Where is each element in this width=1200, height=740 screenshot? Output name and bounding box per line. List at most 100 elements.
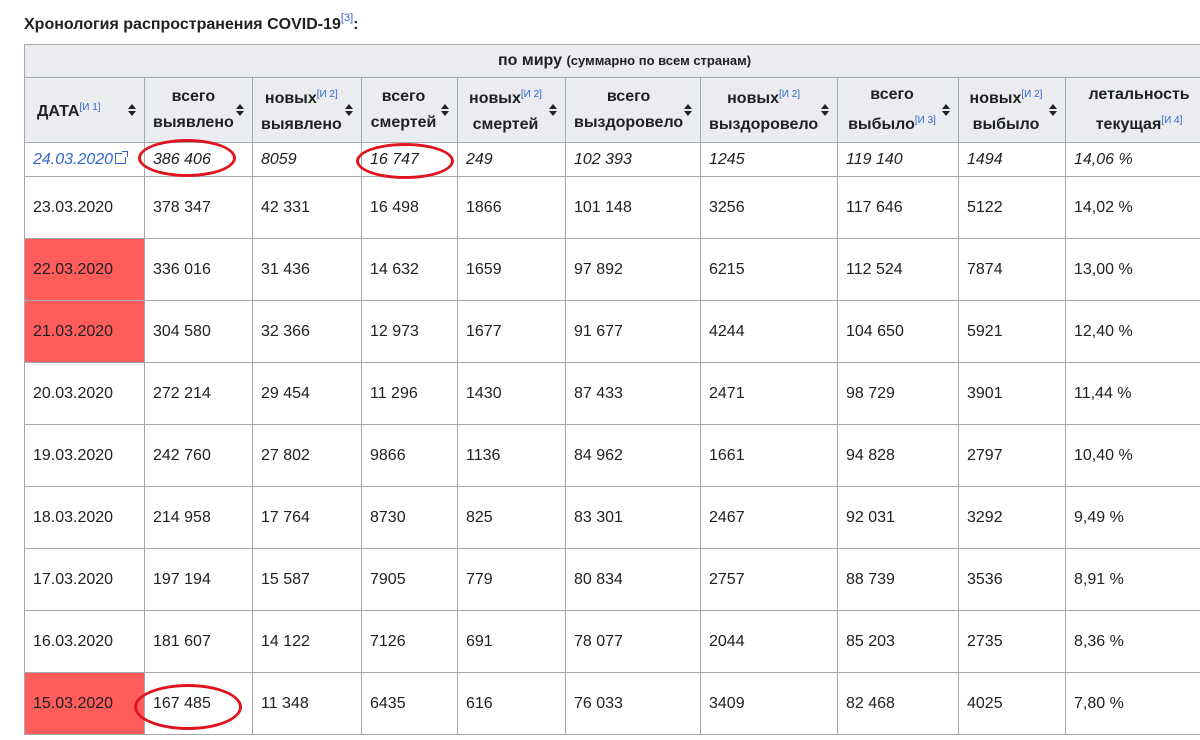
- column-header-4[interactable]: новых[И 2] смертей: [457, 77, 566, 143]
- sort-icon[interactable]: [441, 104, 449, 116]
- table-cell: 102 393: [565, 142, 701, 177]
- table-cell: 83 301: [565, 486, 701, 549]
- group-header-sub: (суммарно по всем странам): [566, 53, 752, 68]
- table-cell: 8,91 %: [1064, 548, 1200, 611]
- table-cell: 98 729: [837, 362, 959, 425]
- sort-icon[interactable]: [236, 104, 244, 116]
- table-cell: 15 587: [252, 548, 362, 611]
- table-cell: 2735: [958, 610, 1066, 673]
- column-header-line1: новых: [264, 90, 317, 107]
- column-header-8[interactable]: новых[И 2] выбыло: [958, 77, 1066, 143]
- column-header-ref-link[interactable]: [И 2]: [317, 89, 338, 100]
- column-header-line2: смертей: [370, 114, 437, 131]
- table-cell: 3409: [700, 672, 838, 735]
- table-cell: 779: [457, 548, 566, 611]
- table-cell: 5921: [958, 300, 1066, 363]
- table-cell: 1136: [457, 424, 566, 487]
- column-header-line2: смертей: [472, 116, 539, 133]
- date-cell: 15.03.2020: [24, 672, 145, 735]
- table-cell: 1494: [958, 142, 1066, 177]
- column-header-0[interactable]: ДАТА[И 1]: [24, 77, 145, 143]
- sort-icon[interactable]: [549, 104, 557, 116]
- column-header-ref-link[interactable]: [И 2]: [779, 89, 800, 100]
- table-cell: 87 433: [565, 362, 701, 425]
- table-cell: 197 194: [144, 548, 253, 611]
- table-cell: 1866: [457, 176, 566, 239]
- date-text: 16.03.2020: [33, 632, 114, 650]
- table-cell: 378 347: [144, 176, 253, 239]
- sort-icon[interactable]: [942, 104, 950, 116]
- column-header-ref-link[interactable]: [И 4]: [1161, 115, 1182, 126]
- table-cell: 27 802: [252, 424, 362, 487]
- date-cell: 20.03.2020: [24, 362, 145, 425]
- date-cell: 16.03.2020: [24, 610, 145, 673]
- table-cell: 304 580: [144, 300, 253, 363]
- column-header-9[interactable]: летальность текущая[И 4]: [1064, 77, 1200, 143]
- column-header-label: всего смертей: [371, 84, 437, 136]
- column-header-label: всего выбыло[И 3]: [848, 82, 936, 138]
- date-cell: 18.03.2020: [24, 486, 145, 549]
- table-cell: 181 607: [144, 610, 253, 673]
- column-header-ref-link[interactable]: [И 2]: [521, 89, 542, 100]
- table-cell: 10,40 %: [1064, 424, 1200, 487]
- table-cell: 2757: [700, 548, 838, 611]
- date-cell: 19.03.2020: [24, 424, 145, 487]
- date-text: 22.03.2020: [33, 260, 114, 278]
- sort-icon[interactable]: [1049, 104, 1057, 116]
- column-header-7[interactable]: всего выбыло[И 3]: [837, 77, 959, 143]
- column-header-line1: новых: [469, 90, 521, 107]
- column-header-line1: всего: [171, 88, 216, 105]
- table-cell: 6435: [361, 672, 458, 735]
- caption-ref-link[interactable]: [3]: [341, 12, 353, 24]
- column-header-5[interactable]: всего выздоровело: [565, 77, 701, 143]
- sort-icon[interactable]: [684, 104, 692, 116]
- table-cell: 11 296: [361, 362, 458, 425]
- column-header-ref-link[interactable]: [И 2]: [1021, 89, 1042, 100]
- column-header-ref-link[interactable]: [И 1]: [79, 102, 100, 113]
- table-cell: 92 031: [837, 486, 959, 549]
- table-cell: 82 468: [837, 672, 959, 735]
- table-cell: 76 033: [565, 672, 701, 735]
- table-cell: 825: [457, 486, 566, 549]
- group-header-label: по миру: [498, 52, 563, 69]
- table-cell: 4025: [958, 672, 1066, 735]
- table-cell: 7126: [361, 610, 458, 673]
- date-text: 21.03.2020: [33, 322, 114, 340]
- column-header-line2: выявлено: [261, 116, 342, 133]
- date-cell: 23.03.2020: [24, 176, 145, 239]
- external-link-icon[interactable]: [115, 150, 129, 164]
- table-cell: 104 650: [837, 300, 959, 363]
- table-row: 17.03.2020 197 194 15 587 7905 779 80 834 2757…: [24, 548, 1200, 611]
- table-cell: 8,36 %: [1064, 610, 1200, 673]
- column-header-6[interactable]: новых[И 2] выздоровело: [700, 77, 838, 143]
- table-cell: 32 366: [252, 300, 362, 363]
- table-cell: 112 524: [837, 238, 959, 301]
- table-cell: 91 677: [565, 300, 701, 363]
- column-header-line1: всего: [606, 88, 651, 105]
- sort-icon[interactable]: [128, 104, 136, 116]
- sort-icon[interactable]: [821, 104, 829, 116]
- table-cell: 2044: [700, 610, 838, 673]
- table-cell: 88 739: [837, 548, 959, 611]
- column-header-ref-link[interactable]: [И 3]: [915, 115, 936, 126]
- column-header-3[interactable]: всего смертей: [361, 77, 458, 143]
- date-cell: 17.03.2020: [24, 548, 145, 611]
- sort-icon[interactable]: [345, 104, 353, 116]
- table-cell: 616: [457, 672, 566, 735]
- date-cell[interactable]: 24.03.2020: [24, 142, 145, 177]
- column-header-line1: всего: [870, 86, 914, 103]
- table-cell: 80 834: [565, 548, 701, 611]
- table-cell: 42 331: [252, 176, 362, 239]
- table-cell: 2797: [958, 424, 1066, 487]
- column-header-label: летальность текущая[И 4]: [1088, 82, 1189, 138]
- table-cell: 3292: [958, 486, 1066, 549]
- table-row: 19.03.2020 242 760 27 802 9866 1136 84 962 166…: [24, 424, 1200, 487]
- column-header-label: всего выявлено: [153, 84, 234, 136]
- table-cell: 85 203: [837, 610, 959, 673]
- column-header-1[interactable]: всего выявлено: [144, 77, 253, 143]
- table-cell: 84 962: [565, 424, 701, 487]
- date-link[interactable]: 24.03.2020: [33, 151, 113, 168]
- column-header-2[interactable]: новых[И 2] выявлено: [252, 77, 362, 143]
- date-text: 23.03.2020: [33, 198, 114, 216]
- column-header-line2: выбыло: [848, 116, 915, 133]
